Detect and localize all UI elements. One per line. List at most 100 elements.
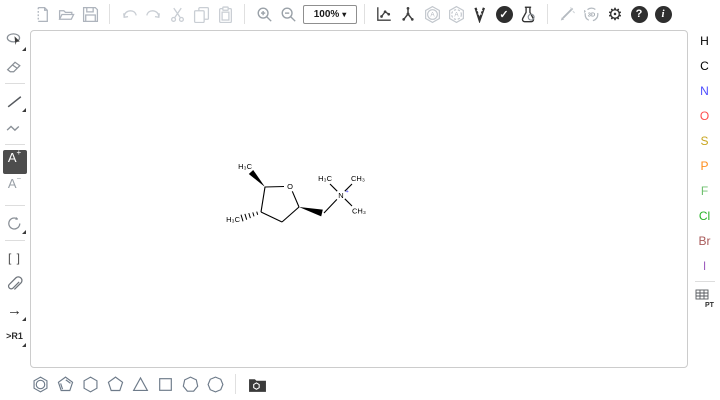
template-cyclopentadiene[interactable] xyxy=(53,372,78,396)
check-structure-icon: ✓ xyxy=(496,6,513,23)
new-document-icon xyxy=(34,6,51,23)
template-cyclopentane[interactable] xyxy=(103,372,128,396)
erase-tool[interactable] xyxy=(3,54,27,78)
chain-icon xyxy=(5,118,24,137)
divider xyxy=(5,144,25,145)
molecule-structure[interactable]: H₃C H₃C O N + H₃C CH₃ CH₃ xyxy=(226,156,386,241)
template-cycloheptane[interactable] xyxy=(178,372,203,396)
layout-icon xyxy=(375,5,393,23)
dearomatize-icon: A xyxy=(447,5,466,24)
save-button[interactable] xyxy=(78,2,102,26)
cyclooctane-icon xyxy=(206,375,225,394)
periodic-table-icon: PT xyxy=(695,289,715,309)
atom-button-n[interactable]: N xyxy=(693,78,717,103)
save-icon xyxy=(82,6,99,23)
calculate-cip-icon xyxy=(471,5,489,23)
cyclopropane-icon xyxy=(131,375,150,394)
3d-viewer-button[interactable]: 3D xyxy=(579,2,603,26)
attachment-point-tool[interactable] xyxy=(3,272,27,296)
rotate-tool[interactable] xyxy=(3,211,27,235)
zoom-level-dropdown[interactable]: 100% ▾ xyxy=(303,5,357,24)
methyl-label: CH₃ xyxy=(351,174,365,183)
aromatize-button[interactable]: A xyxy=(420,2,444,26)
divider xyxy=(235,374,236,394)
rgroup-label: >R1 xyxy=(6,331,23,341)
calculated-values-button[interactable] xyxy=(516,2,540,26)
calculate-cip-button[interactable] xyxy=(468,2,492,26)
calculated-values-flask-icon xyxy=(519,5,537,23)
bond-lines xyxy=(261,184,352,222)
recognize-button[interactable] xyxy=(555,2,579,26)
cut-button[interactable] xyxy=(165,2,189,26)
divider xyxy=(547,4,548,24)
atom-button-br[interactable]: Br xyxy=(693,228,717,253)
settings-button[interactable]: ⚙ xyxy=(603,2,627,26)
charge-plus-tool[interactable]: A+ xyxy=(3,150,27,174)
template-benzene[interactable] xyxy=(28,372,53,396)
chain-tool[interactable] xyxy=(3,115,27,139)
aromatize-icon: A xyxy=(423,5,442,24)
atom-button-f[interactable]: F xyxy=(693,178,717,203)
paperclip-icon xyxy=(5,275,24,294)
charge-plus-label: A xyxy=(8,150,17,165)
dearomatize-letter: A xyxy=(454,11,459,18)
divider xyxy=(5,240,25,241)
clean-up-button[interactable] xyxy=(396,2,420,26)
charge-minus-tool[interactable]: A− xyxy=(3,176,27,200)
aromatize-letter: A xyxy=(430,11,435,18)
atom-button-s[interactable]: S xyxy=(693,128,717,153)
reaction-arrow-tool[interactable]: → xyxy=(3,298,27,322)
paste-icon xyxy=(217,6,234,23)
atom-button-o[interactable]: O xyxy=(693,103,717,128)
help-button[interactable]: ? xyxy=(627,2,651,26)
copy-icon xyxy=(193,6,210,23)
charge-minus-label: A xyxy=(8,176,17,191)
select-lasso-tool[interactable] xyxy=(3,28,27,52)
periodic-table-button[interactable]: PT xyxy=(693,287,717,311)
template-cyclooctane[interactable] xyxy=(203,372,228,396)
layout-button[interactable] xyxy=(372,2,396,26)
atom-button-c[interactable]: C xyxy=(693,53,717,78)
atom-button-p[interactable]: P xyxy=(693,153,717,178)
cycloheptane-icon xyxy=(181,375,200,394)
redo-icon xyxy=(145,6,162,23)
recognize-pen-icon xyxy=(558,5,576,23)
new-document-button[interactable] xyxy=(30,2,54,26)
template-library-icon xyxy=(248,376,267,393)
left-toolbar: A+ A− [ ] → >R1 xyxy=(0,28,29,348)
atom-button-cl[interactable]: Cl xyxy=(693,203,717,228)
3d-viewer-icon: 3D xyxy=(582,5,601,24)
cut-icon xyxy=(169,6,186,23)
single-bond-tool[interactable] xyxy=(3,89,27,113)
dearomatize-button[interactable]: A xyxy=(444,2,468,26)
about-button[interactable]: i xyxy=(651,2,675,26)
template-cyclobutane[interactable] xyxy=(153,372,178,396)
zoom-level-value: 100% xyxy=(314,9,340,20)
paste-button[interactable] xyxy=(213,2,237,26)
hash-wedge-bond xyxy=(241,212,258,222)
copy-button[interactable] xyxy=(189,2,213,26)
template-cyclopropane[interactable] xyxy=(128,372,153,396)
redo-button[interactable] xyxy=(141,2,165,26)
clean-up-icon xyxy=(399,5,417,23)
sgroup-tool[interactable]: [ ] xyxy=(3,246,27,270)
zoom-in-button[interactable] xyxy=(252,2,276,26)
drawing-canvas[interactable]: H₃C H₃C O N + H₃C CH₃ CH₃ xyxy=(30,30,688,368)
methyl-label: H₃C xyxy=(226,215,240,224)
methyl-label: H₃C xyxy=(318,174,332,183)
divider xyxy=(695,281,715,282)
undo-button[interactable] xyxy=(117,2,141,26)
check-structure-button[interactable]: ✓ xyxy=(492,2,516,26)
atom-button-i[interactable]: I xyxy=(693,253,717,278)
divider xyxy=(109,4,110,24)
open-button[interactable] xyxy=(54,2,78,26)
rgroup-tool[interactable]: >R1 xyxy=(3,324,27,348)
zoom-in-icon xyxy=(256,6,273,23)
atom-button-h[interactable]: H xyxy=(693,28,717,53)
template-library-button[interactable] xyxy=(245,372,270,396)
zoom-out-icon xyxy=(280,6,297,23)
rotate-icon xyxy=(5,214,24,233)
zoom-out-button[interactable] xyxy=(276,2,300,26)
template-cyclohexane[interactable] xyxy=(78,372,103,396)
positive-charge-label: + xyxy=(346,189,349,195)
